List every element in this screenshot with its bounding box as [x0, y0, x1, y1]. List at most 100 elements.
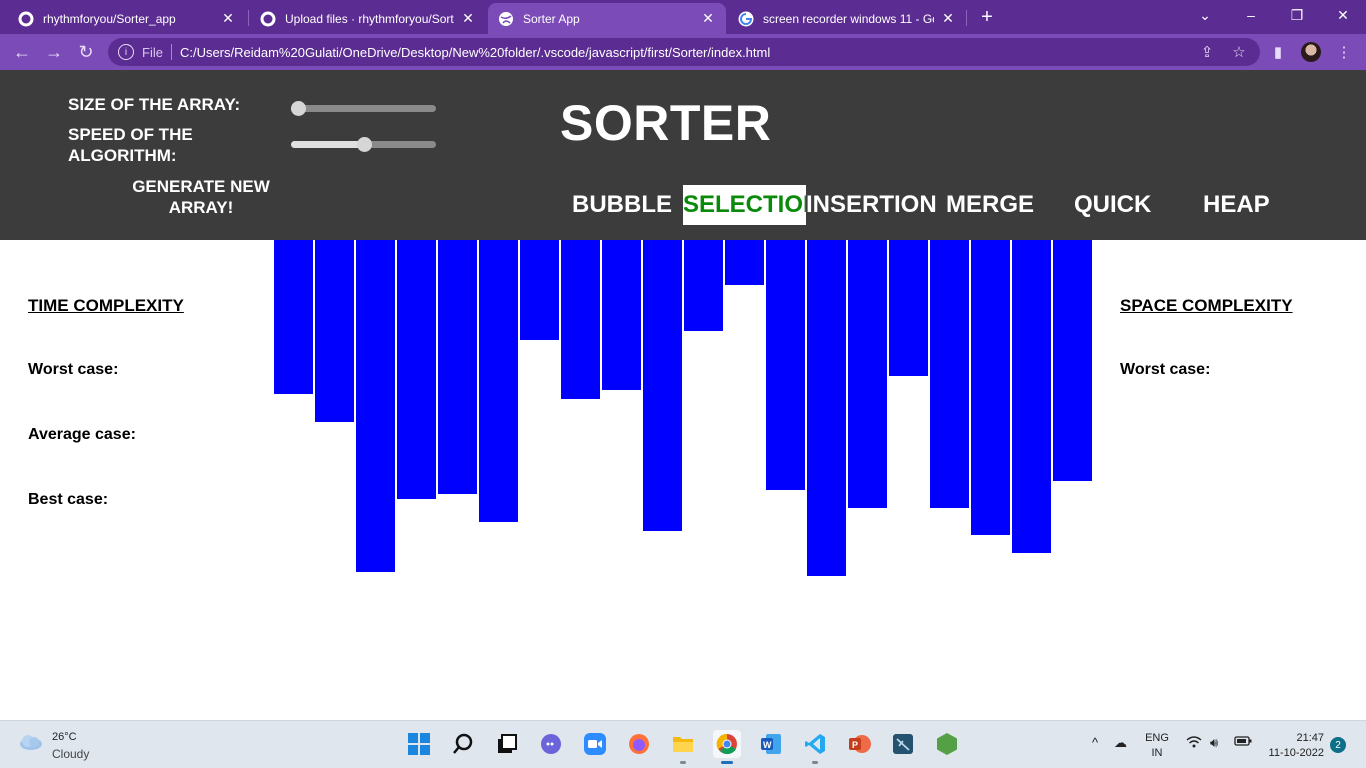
array-bar: [520, 240, 559, 340]
array-bar: [766, 240, 805, 490]
tab-divider: [966, 10, 967, 26]
powerpoint-icon[interactable]: P: [845, 730, 873, 758]
minimize-button[interactable]: –: [1228, 0, 1274, 30]
wifi-icon[interactable]: [1186, 735, 1202, 752]
chrome-icon[interactable]: [713, 730, 741, 764]
tab-divider: [248, 10, 249, 26]
tab-title: Upload files · rhythmforyou/Sorter: [285, 11, 454, 26]
zoom-icon[interactable]: [581, 730, 609, 758]
array-bar: [397, 240, 436, 499]
close-icon[interactable]: ✕: [220, 10, 236, 27]
mysql-workbench-icon[interactable]: [889, 730, 917, 758]
array-bar: [971, 240, 1010, 535]
tab-upload-files[interactable]: Upload files · rhythmforyou/Sorter ✕: [250, 3, 486, 34]
generate-array-button[interactable]: GENERATE NEW ARRAY!: [116, 176, 286, 218]
running-indicator: [721, 761, 733, 764]
taskbar: 26°C Cloudy W P ^ ☁ ENG IN 🔊︎ 21:47 11-1…: [0, 720, 1366, 768]
array-bar: [807, 240, 846, 576]
url-text[interactable]: C:/Users/Reidam%20Gulati/OneDrive/Deskto…: [180, 45, 770, 60]
time-best-case-label: Best case:: [28, 491, 109, 508]
bookmark-star-icon[interactable]: ☆: [1229, 42, 1249, 62]
info-icon[interactable]: i: [118, 44, 134, 60]
array-bar: [602, 240, 641, 390]
speed-label: SPEED OF THE ALGORITHM:: [68, 125, 193, 165]
word-icon[interactable]: W: [757, 730, 785, 758]
tab-title: screen recorder windows 11 - Go: [763, 11, 934, 26]
windows-start-icon[interactable]: [405, 730, 433, 758]
app-header: SIZE OF THE ARRAY: SPEED OF THE ALGORITH…: [0, 70, 1366, 240]
new-tab-button[interactable]: +: [976, 6, 998, 28]
search-icon[interactable]: [449, 730, 477, 758]
array-bar: [274, 240, 313, 394]
show-hidden-icons-chevron-icon[interactable]: ^: [1092, 735, 1098, 750]
space-worst-case-label: Worst case:: [1120, 361, 1211, 378]
tab-search-chevron-icon[interactable]: ⌄: [1182, 0, 1228, 30]
close-icon[interactable]: ✕: [940, 10, 956, 27]
selection-sort-button[interactable]: SELECTION: [683, 185, 806, 225]
onedrive-cloud-icon[interactable]: ☁: [1114, 735, 1127, 751]
tab-title: rhythmforyou/Sorter_app: [43, 11, 176, 26]
more-menu-icon[interactable]: ⋮: [1334, 42, 1354, 62]
array-bar: [684, 240, 723, 331]
insertion-sort-button[interactable]: INSERTION: [806, 185, 937, 225]
notification-badge[interactable]: 2: [1330, 737, 1346, 753]
tab-google-search[interactable]: screen recorder windows 11 - Go ✕: [728, 3, 966, 34]
time-average-case-label: Average case:: [28, 426, 136, 443]
vscode-icon[interactable]: [801, 730, 829, 764]
heap-sort-button[interactable]: HEAP: [1203, 185, 1270, 225]
running-indicator: [680, 761, 686, 764]
array-bar: [930, 240, 969, 508]
array-bar: [725, 240, 764, 285]
array-bar: [356, 240, 395, 572]
running-indicator: [812, 761, 818, 764]
time-worst-case-label: Worst case:: [28, 361, 119, 378]
array-bar: [1053, 240, 1092, 481]
google-icon: [738, 11, 754, 27]
system-clock[interactable]: 21:47 11-10-2022: [1262, 731, 1324, 761]
time-complexity-heading: TIME COMPLEXITY: [28, 296, 184, 315]
speed-slider[interactable]: [291, 137, 436, 152]
quick-sort-button[interactable]: QUICK: [1074, 185, 1151, 225]
restore-button[interactable]: ❐: [1274, 0, 1320, 30]
array-bar: [848, 240, 887, 508]
tab-sorter-app[interactable]: Sorter App ✕: [488, 3, 726, 34]
array-bar: [438, 240, 477, 494]
page-title: SORTER: [560, 95, 772, 151]
task-view-icon[interactable]: [493, 730, 521, 758]
globe-icon: [498, 11, 514, 27]
merge-sort-button[interactable]: MERGE: [946, 185, 1034, 225]
forward-arrow-icon[interactable]: →: [42, 40, 66, 64]
weather-temperature[interactable]: 26°C: [52, 731, 77, 743]
battery-icon[interactable]: [1234, 735, 1252, 750]
share-icon[interactable]: ⇪: [1197, 42, 1217, 62]
url-scheme-label: File: [142, 44, 163, 60]
volume-icon[interactable]: 🔊︎: [1210, 735, 1218, 751]
side-panel-icon[interactable]: ▮: [1268, 42, 1288, 62]
slider-thumb[interactable]: [357, 137, 372, 152]
nodejs-icon[interactable]: [933, 730, 961, 758]
clock-time: 21:47: [1296, 732, 1324, 744]
profile-avatar[interactable]: [1301, 42, 1321, 62]
reload-icon[interactable]: ↻: [74, 40, 98, 64]
cloudy-weather-icon[interactable]: [18, 733, 44, 751]
language-indicator[interactable]: ENG IN: [1145, 731, 1169, 761]
firefox-icon[interactable]: [625, 730, 653, 758]
teams-chat-icon[interactable]: [537, 730, 565, 758]
tab-sorter-app-repo[interactable]: rhythmforyou/Sorter_app ✕: [8, 3, 246, 34]
array-size-slider[interactable]: [291, 101, 436, 116]
back-arrow-icon[interactable]: ←: [10, 40, 34, 64]
close-icon[interactable]: ✕: [700, 10, 716, 27]
bubble-sort-button[interactable]: BUBBLE: [572, 185, 672, 225]
address-bar[interactable]: i File C:/Users/Reidam%20Gulati/OneDrive…: [108, 38, 1260, 66]
close-window-button[interactable]: ✕: [1320, 0, 1366, 30]
close-icon[interactable]: ✕: [460, 10, 476, 27]
svg-text:W: W: [763, 740, 772, 750]
array-bar: [315, 240, 354, 422]
address-divider: [170, 44, 172, 60]
array-bar: [561, 240, 600, 399]
array-bar: [479, 240, 518, 522]
slider-fill: [291, 141, 364, 148]
file-explorer-icon[interactable]: [669, 730, 697, 764]
weather-condition[interactable]: Cloudy: [52, 747, 89, 761]
slider-thumb[interactable]: [291, 101, 306, 116]
